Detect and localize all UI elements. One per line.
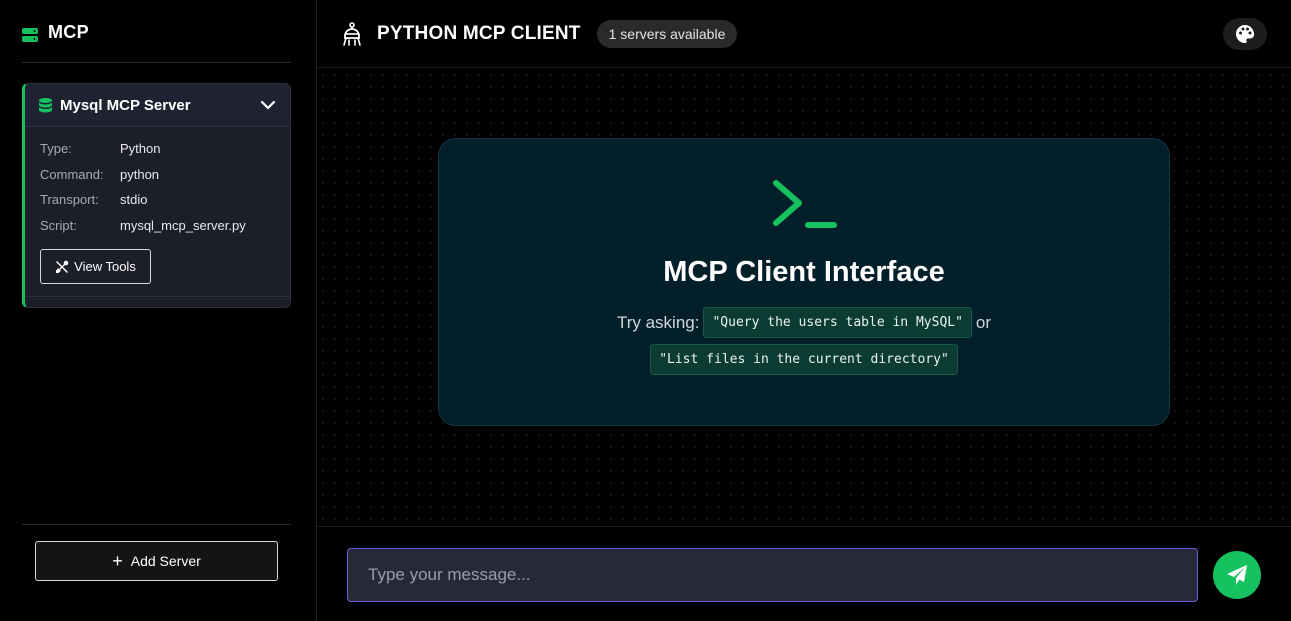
server-icon: [22, 28, 38, 42]
example-prompt[interactable]: "Query the users table in MySQL": [703, 307, 972, 338]
hint-line: Try asking: "Query the users table in My…: [439, 307, 1169, 338]
welcome-card: MCP Client Interface Try asking: "Query …: [438, 138, 1170, 426]
add-server-label: Add Server: [130, 553, 201, 569]
example-prompt[interactable]: "List files in the current directory": [650, 344, 958, 375]
tools-icon: [56, 260, 69, 273]
try-asking-label: Try asking:: [616, 312, 700, 332]
detail-key: Command:: [40, 166, 104, 182]
detail-key: Transport:: [40, 192, 99, 207]
plus-icon: +: [112, 551, 123, 571]
detail-value: stdio: [120, 192, 148, 207]
detail-row-transport: Transport: stdio: [40, 192, 290, 218]
detail-row-type: Type: Python: [40, 141, 290, 167]
detail-value: Python: [120, 141, 161, 156]
top-bar: PYTHON MCP CLIENT 1 servers available: [317, 0, 1291, 68]
detail-value: mysql_mcp_server.py: [120, 217, 246, 233]
server-details: Type: Python Command: python Transport: …: [25, 127, 290, 243]
terminal-icon: [773, 180, 837, 228]
message-input[interactable]: [347, 548, 1198, 602]
detail-row-command: Command: python: [40, 167, 290, 193]
detail-key: Script:: [40, 217, 77, 233]
database-icon: [39, 97, 52, 112]
detail-key: Type:: [40, 141, 72, 156]
servers-badge: 1 servers available: [596, 19, 738, 48]
send-button[interactable]: [1213, 551, 1261, 599]
composer: [317, 526, 1291, 621]
sidebar-divider: [22, 524, 291, 525]
robot-icon: [343, 21, 361, 46]
or-label: or: [975, 312, 992, 332]
chat-area: MCP Client Interface Try asking: "Query …: [317, 69, 1291, 526]
theme-toggle-button[interactable]: [1223, 18, 1267, 50]
welcome-title: MCP Client Interface: [663, 256, 945, 288]
server-card-footer: [25, 296, 290, 307]
app-title: PYTHON MCP CLIENT: [377, 22, 581, 44]
server-card-header[interactable]: Mysql MCP Server: [25, 84, 290, 127]
hint-line: "List files in the current directory": [439, 344, 1169, 375]
detail-value: python: [120, 166, 160, 182]
palette-icon: [1236, 25, 1255, 43]
view-tools-button[interactable]: View Tools: [40, 249, 151, 284]
sidebar: MCP Mysql MCP Server Type: Python Comman…: [0, 0, 317, 621]
send-icon: [1227, 565, 1247, 585]
chevron-down-icon[interactable]: [260, 100, 276, 110]
server-name: Mysql MCP Server: [60, 96, 191, 114]
server-card: Mysql MCP Server Type: Python Command: p…: [22, 83, 291, 308]
detail-row-script: Script: mysql_mcp_server.py: [40, 218, 290, 244]
sidebar-title: MCP: [48, 22, 89, 42]
sidebar-header: MCP: [22, 22, 291, 63]
view-tools-label: View Tools: [74, 259, 136, 274]
add-server-button[interactable]: + Add Server: [35, 541, 278, 581]
